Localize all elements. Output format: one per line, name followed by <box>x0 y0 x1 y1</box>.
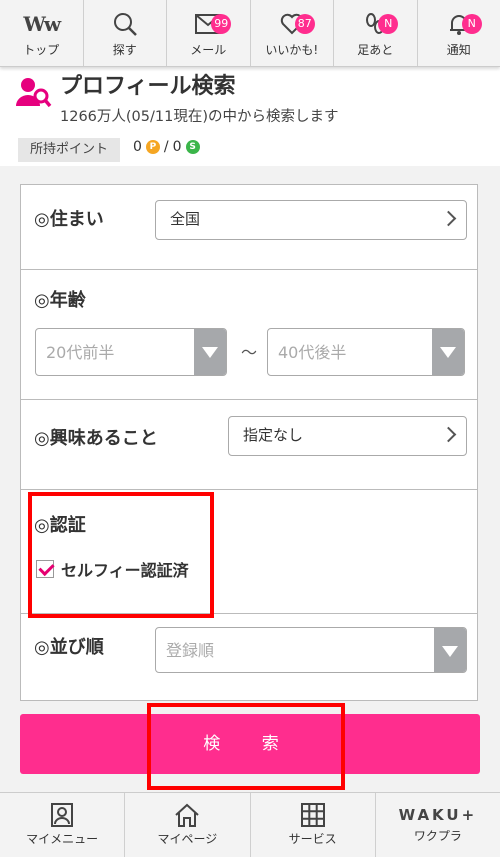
sort-row: ◎並び順 登録順 <box>21 613 477 700</box>
user-card-icon <box>51 803 73 827</box>
nav-wakuplus-label: ワクプラ <box>414 827 462 844</box>
nav-my-menu[interactable]: マイメニュー <box>0 793 125 857</box>
age-to-value: 40代後半 <box>278 343 346 362</box>
age-to-dropdown[interactable]: 40代後半 <box>267 328 465 376</box>
points-values: 0 P / 0 S <box>133 139 200 155</box>
residence-select[interactable]: 全国 <box>155 200 467 240</box>
dropdown-arrow-icon <box>194 329 226 375</box>
nav-mail-label: メール <box>190 41 226 58</box>
nav-my-page[interactable]: マイページ <box>125 793 250 857</box>
likes-badge: 87 <box>295 14 315 34</box>
nav-services[interactable]: サービス <box>251 793 376 857</box>
nav-my-page-label: マイページ <box>157 830 217 847</box>
verification-highlight-box <box>28 492 214 618</box>
sort-dropdown[interactable]: 登録順 <box>155 627 467 673</box>
sort-value: 登録順 <box>166 641 214 660</box>
page-subtitle: 1266万人(05/11現在)の中から検索します <box>60 105 339 126</box>
nav-top-label: トップ <box>23 41 59 58</box>
age-label: ◎年齢 <box>34 286 86 312</box>
nav-likes-label: いいかも! <box>265 41 318 58</box>
s-points-value: 0 <box>173 139 182 155</box>
nav-wakuplus[interactable]: WAKU+ ワクプラ <box>376 793 500 857</box>
dropdown-arrow-icon <box>432 329 464 375</box>
profile-search-icon <box>16 76 52 112</box>
nav-my-menu-label: マイメニュー <box>26 830 98 847</box>
p-points-value: 0 <box>133 139 142 155</box>
nav-likes[interactable]: 87 いいかも! <box>251 0 335 66</box>
nav-footprints-label: 足あと <box>357 41 393 58</box>
nav-top[interactable]: Ww トップ <box>0 0 84 66</box>
dropdown-arrow-icon <box>434 628 466 672</box>
bottom-navigation: マイメニュー マイページ サービス WAKU+ ワクプラ <box>0 792 500 857</box>
interests-select[interactable]: 指定なし <box>228 416 467 456</box>
nav-footprints[interactable]: N 足あと <box>334 0 418 66</box>
nav-search[interactable]: 探す <box>84 0 168 66</box>
top-navigation: Ww トップ 探す 99 メール 87 いいかも! N 足あと N 通知 <box>0 0 500 67</box>
residence-label: ◎住まい <box>34 205 104 231</box>
grid-icon <box>301 803 325 827</box>
home-icon <box>174 803 200 827</box>
nav-search-label: 探す <box>113 41 137 58</box>
chevron-right-icon <box>441 211 457 227</box>
age-row: ◎年齢 20代前半 〜 40代後半 <box>21 269 477 400</box>
ww-logo-icon: Ww <box>24 9 58 39</box>
age-from-value: 20代前半 <box>46 343 114 362</box>
nav-notifications-label: 通知 <box>447 41 471 58</box>
chevron-right-icon <box>441 427 457 443</box>
points-separator: / <box>164 139 169 155</box>
mail-badge: 99 <box>211 14 231 34</box>
notifications-badge: N <box>462 14 482 34</box>
search-icon <box>108 9 142 39</box>
age-range-tilde: 〜 <box>241 339 257 363</box>
nav-services-label: サービス <box>289 830 337 847</box>
interests-row: ◎興味あること 指定なし <box>21 399 477 490</box>
sort-label: ◎並び順 <box>34 633 104 659</box>
residence-value: 全国 <box>170 210 200 228</box>
nav-mail[interactable]: 99 メール <box>167 0 251 66</box>
points-label: 所持ポイント <box>18 138 120 162</box>
wakuplus-logo-icon: WAKU+ <box>399 806 478 824</box>
s-coin-icon: S <box>186 140 200 154</box>
interests-value: 指定なし <box>243 426 303 444</box>
p-coin-icon: P <box>146 140 160 154</box>
nav-notifications[interactable]: N 通知 <box>418 0 500 66</box>
age-from-dropdown[interactable]: 20代前半 <box>35 328 227 376</box>
interests-label: ◎興味あること <box>34 424 158 450</box>
footprints-badge: N <box>378 14 398 34</box>
search-button-highlight-box <box>147 703 345 790</box>
residence-row: ◎住まい 全国 <box>21 185 477 270</box>
page-title: プロフィール検索 <box>60 68 236 100</box>
search-form: ◎住まい 全国 ◎年齢 20代前半 〜 40代後半 ◎興味あること 指定なし ◎… <box>20 184 478 701</box>
